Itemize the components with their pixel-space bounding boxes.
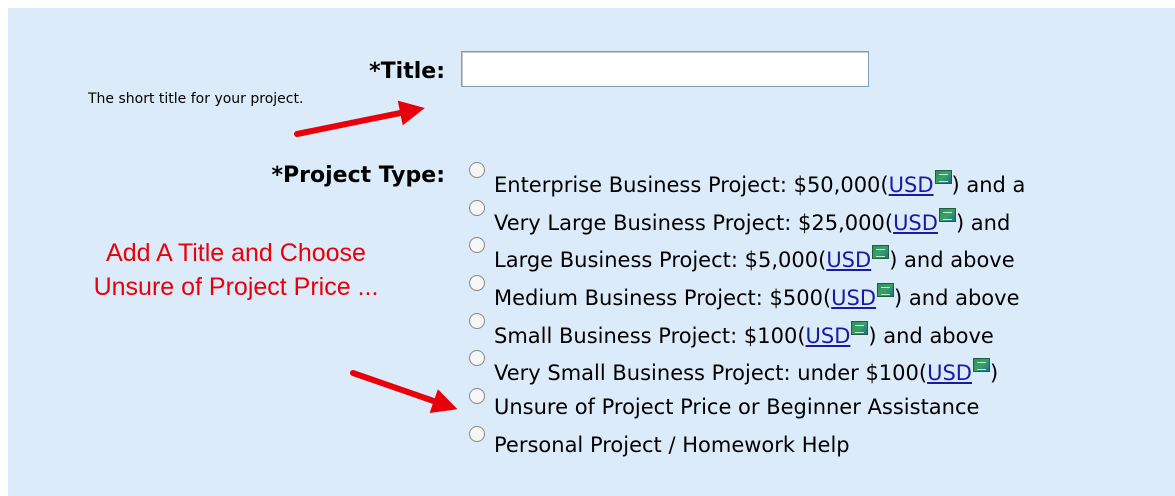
arrow-to-title-icon (294, 100, 425, 137)
screen: *Title: The short title for your project… (0, 0, 1175, 496)
annotation-arrows (294, 100, 458, 413)
arrow-to-unsure-option-icon (350, 370, 458, 413)
